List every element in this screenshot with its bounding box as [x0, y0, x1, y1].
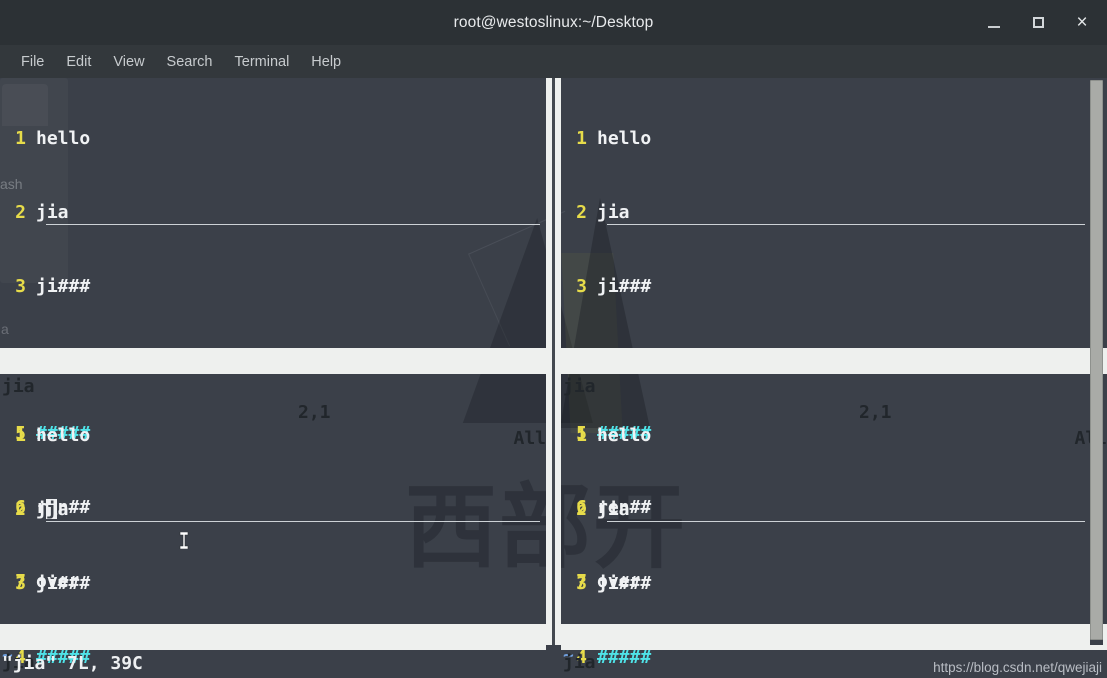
code-line: 3 ji###	[0, 275, 546, 300]
line-number: 2	[15, 498, 26, 520]
menu-bar: File Edit View Search Terminal Help	[0, 45, 1107, 78]
maximize-icon	[1032, 17, 1044, 28]
cursorline-underline	[607, 520, 1085, 522]
code-line-cursorline: 2 jia	[0, 201, 546, 226]
line-text: jia	[597, 201, 630, 223]
statusline-filename: jia	[563, 376, 596, 397]
code-line: 3 ji###	[561, 275, 1107, 300]
statusline-position: 2,1	[859, 402, 892, 423]
cursorline-underline	[46, 520, 540, 522]
scrollbar-thumb[interactable]	[1090, 80, 1103, 640]
terminal-body[interactable]: ash a 西部开 1 hello 2 jia 3	[0, 78, 1107, 678]
line-text: hello	[597, 128, 652, 150]
menu-item-view[interactable]: View	[102, 52, 155, 72]
statusline-filename: jia	[2, 376, 35, 397]
minimize-icon	[988, 26, 1000, 28]
statusline-top-right: jia 2,1 All	[561, 348, 1107, 449]
statusline-top-left: jia 2,1 All	[0, 348, 546, 449]
cursorline-underline	[607, 223, 1085, 225]
vertical-split-separator[interactable]	[546, 78, 561, 645]
statusline-bottom-right: jia 2,1 All	[561, 624, 1107, 673]
line-number: 2	[15, 201, 26, 223]
mouse-pointer-icon	[49, 507, 189, 549]
statusline-bottom-left: jia 2,1 All	[0, 624, 546, 673]
line-number: 1	[15, 128, 26, 150]
code-line-cursorline: 2 jia	[561, 201, 1107, 226]
menu-item-edit[interactable]: Edit	[55, 52, 102, 72]
code-line: 1 hello	[0, 127, 546, 152]
close-icon: ×	[1076, 12, 1088, 33]
vim-pane-top-right[interactable]: 1 hello 2 jia 3 ji### 4 ##### 5	[561, 78, 1107, 666]
menu-item-terminal[interactable]: Terminal	[224, 52, 301, 72]
statusline-percent: All	[513, 428, 546, 449]
line-number: 3	[15, 275, 26, 297]
minimize-button[interactable]	[977, 6, 1011, 40]
menu-item-help[interactable]: Help	[300, 52, 352, 72]
vertical-split-line	[552, 78, 555, 645]
line-text: jia	[597, 498, 630, 520]
line-number: 3	[576, 275, 587, 297]
terminal-window: root@westoslinux:~/Desktop × File Edit V…	[0, 0, 1107, 678]
menu-item-search[interactable]: Search	[156, 52, 224, 72]
line-number: 3	[576, 572, 587, 594]
code-line: 3 ji###	[561, 572, 1107, 597]
line-number: 3	[15, 572, 26, 594]
line-text: hello	[36, 128, 91, 150]
code-line-cursorline: 2 jia j	[0, 498, 546, 549]
statusline-position: 2,1	[298, 402, 331, 423]
window-controls: ×	[977, 0, 1099, 45]
window-title: root@westoslinux:~/Desktop	[453, 13, 654, 31]
title-bar: root@westoslinux:~/Desktop ×	[0, 0, 1107, 45]
vim-pane-top-left[interactable]: 1 hello 2 jia 3 ji### 4 ##### 5	[0, 78, 546, 666]
line-number: 2	[576, 498, 587, 520]
line-text: ji###	[36, 275, 91, 297]
code-line: 1 hello	[561, 127, 1107, 152]
line-number: 2	[576, 201, 587, 223]
terminal-scrollbar[interactable]	[1090, 78, 1103, 645]
vim-pane-grid: 1 hello 2 jia 3 ji### 4 ##### 5	[0, 78, 1107, 678]
line-text: ji###	[597, 572, 652, 594]
line-number: 1	[576, 128, 587, 150]
cursorline-underline	[46, 223, 540, 225]
line-text: jia	[36, 201, 69, 223]
code-line-cursorline: 2 jia	[561, 498, 1107, 523]
maximize-button[interactable]	[1021, 6, 1055, 40]
line-text: ji###	[597, 275, 652, 297]
close-button[interactable]: ×	[1065, 6, 1099, 40]
watermark-url: https://blog.csdn.net/qwejiaji	[933, 660, 1102, 675]
menu-item-file[interactable]: File	[10, 52, 55, 72]
